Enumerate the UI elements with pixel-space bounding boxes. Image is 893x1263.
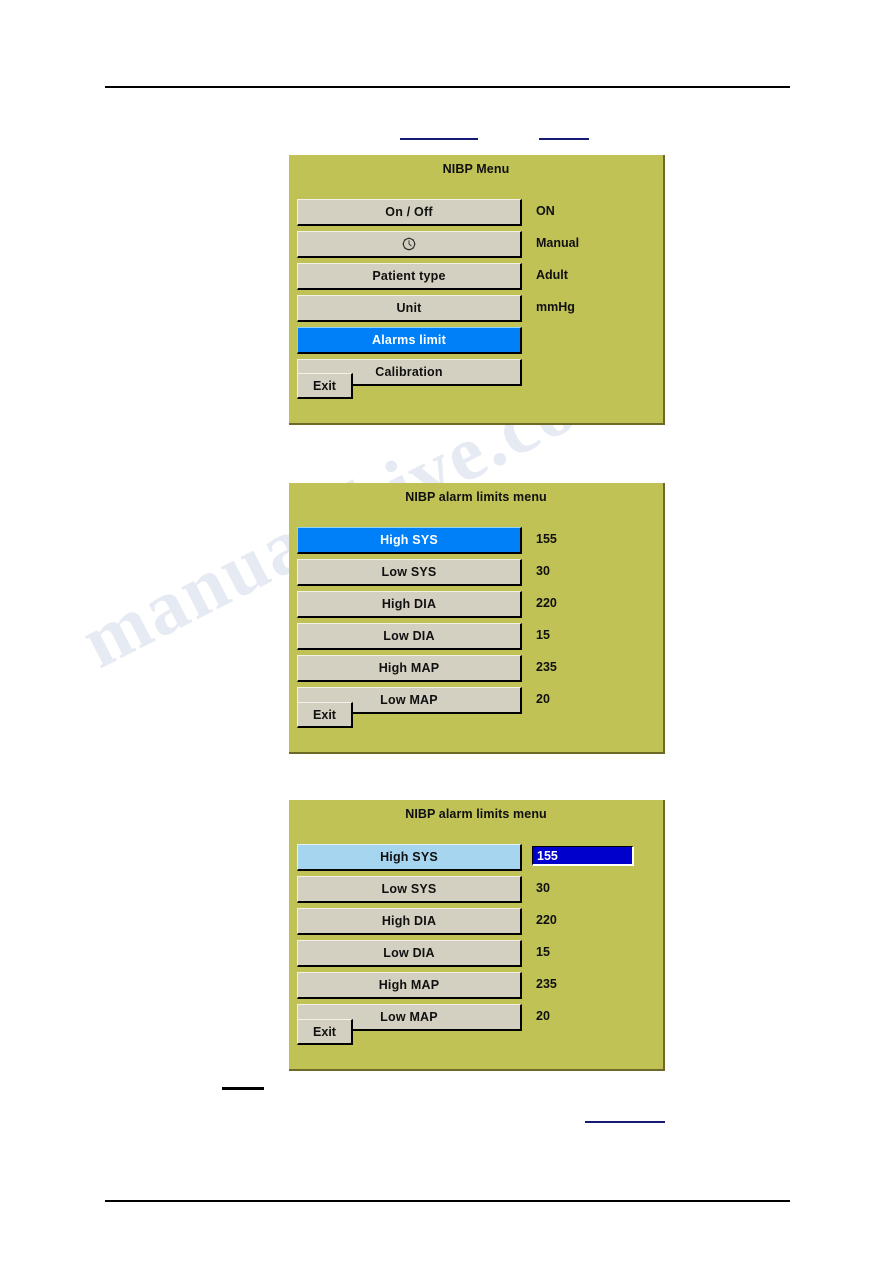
value-label: mmHg	[536, 300, 575, 314]
value-label: Adult	[536, 268, 568, 282]
panel-title: NIBP alarm limits menu	[405, 490, 547, 504]
exit-row: Exit	[289, 1019, 663, 1053]
menu-button-label: Low SYS	[381, 565, 437, 579]
value-label: 235	[536, 660, 557, 674]
menu-button-label: Unit	[396, 301, 422, 315]
menu-row: Unit mmHg	[297, 295, 663, 327]
menu-row: High DIA 220	[297, 591, 663, 623]
menu-row: Low DIA 15	[297, 940, 663, 972]
menu-button-clock-icon[interactable]	[297, 231, 522, 258]
menu-row: Low SYS 30	[297, 559, 663, 591]
menu-row: High DIA 220	[297, 908, 663, 940]
menu-button-label: High SYS	[380, 850, 438, 864]
redaction-upper-left	[400, 138, 478, 140]
menu-row: High MAP 235	[297, 972, 663, 1004]
menu-button-label: Patient type	[372, 269, 446, 283]
menu-button-high-map[interactable]: High MAP	[297, 972, 522, 999]
menu-button-on-off[interactable]: On / Off	[297, 199, 522, 226]
menu-row: Alarms limit	[297, 327, 663, 359]
value-label: 15	[536, 628, 550, 642]
menu-button-label: On / Off	[385, 205, 433, 219]
menu-row: Low DIA 15	[297, 623, 663, 655]
value-label: 30	[536, 881, 550, 895]
value-label: 235	[536, 977, 557, 991]
menu-button-low-sys[interactable]: Low SYS	[297, 876, 522, 903]
menu-row: On / Off ON	[297, 199, 663, 231]
menu-row: High MAP 235	[297, 655, 663, 687]
menu-button-label: Low DIA	[383, 946, 435, 960]
menu-button-high-map[interactable]: High MAP	[297, 655, 522, 682]
value-label: ON	[536, 204, 555, 218]
nibp-alarm-limits-edit-screen: NIBP alarm limits menu High SYS 155 Low SY…	[289, 800, 665, 1071]
menu-row: Low SYS 30	[297, 876, 663, 908]
redaction-upper-right	[539, 138, 589, 140]
menu-row: Manual	[297, 231, 663, 263]
panel-title: NIBP alarm limits menu	[405, 807, 547, 821]
panel-title: NIBP Menu	[442, 162, 510, 176]
footer-rule	[105, 1200, 790, 1202]
exit-row: Exit	[289, 373, 663, 407]
menu-button-label: Low SYS	[381, 882, 437, 896]
menu-button-label: High DIA	[381, 597, 437, 611]
menu-row: High SYS 155	[297, 527, 663, 559]
menu-button-high-dia[interactable]: High DIA	[297, 908, 522, 935]
clock-icon	[402, 237, 416, 251]
redaction-lower-right	[585, 1121, 665, 1123]
menu-button-label: High SYS	[380, 533, 438, 547]
value-label: 155	[536, 532, 557, 546]
menu-button-label: Alarms limit	[372, 333, 446, 347]
menu-button-label: Low DIA	[383, 629, 435, 643]
menu-button-patient-type[interactable]: Patient type	[297, 263, 522, 290]
menu-button-low-dia[interactable]: Low DIA	[297, 940, 522, 967]
menu-button-label: High DIA	[381, 914, 437, 928]
menu-button-low-dia[interactable]: Low DIA	[297, 623, 522, 650]
redaction-lower-left	[222, 1087, 264, 1090]
menu-button-label: High MAP	[378, 661, 440, 675]
menu-button-low-sys[interactable]: Low SYS	[297, 559, 522, 586]
header-rule	[105, 86, 790, 88]
value-label: 30	[536, 564, 550, 578]
exit-row: Exit	[289, 702, 663, 736]
menu-button-unit[interactable]: Unit	[297, 295, 522, 322]
menu-button-high-dia[interactable]: High DIA	[297, 591, 522, 618]
menu-button-alarms-limit[interactable]: Alarms limit	[297, 327, 522, 354]
menu-button-high-sys[interactable]: High SYS	[297, 527, 522, 554]
menu-row: High SYS 155	[297, 844, 663, 876]
value-label: Manual	[536, 236, 580, 250]
menu-row: Patient type Adult	[297, 263, 663, 295]
exit-button[interactable]: Exit	[297, 702, 353, 728]
value-label: 220	[536, 596, 557, 610]
exit-button[interactable]: Exit	[297, 1019, 353, 1045]
nibp-menu-screen: NIBP Menu On / Off ON Manual Patient type Ad…	[289, 155, 665, 425]
menu-button-label: High MAP	[378, 978, 440, 992]
value-label: 220	[536, 913, 557, 927]
exit-button[interactable]: Exit	[297, 373, 353, 399]
value-label: 15	[536, 945, 550, 959]
menu-button-high-sys[interactable]: High SYS	[297, 844, 522, 871]
value-edit-field[interactable]: 155	[532, 846, 634, 866]
nibp-alarm-limits-view-screen: NIBP alarm limits menu High SYS 155 Low SY…	[289, 483, 665, 754]
